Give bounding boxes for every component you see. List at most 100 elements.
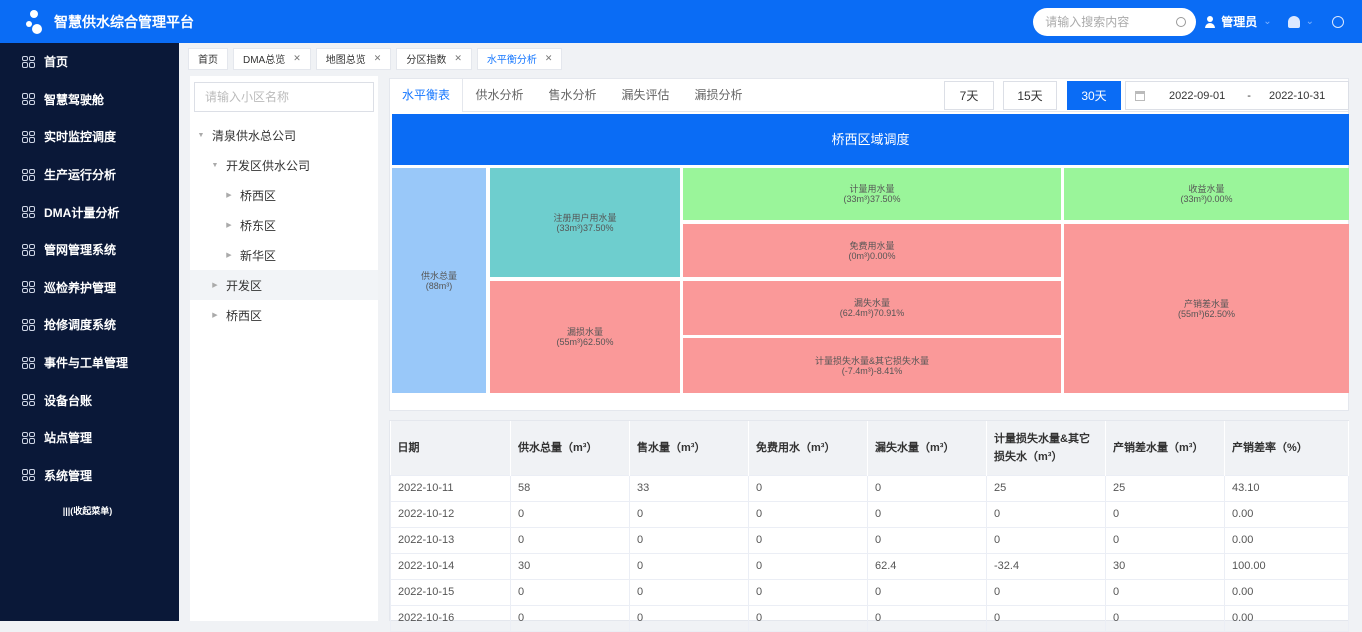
table-row[interactable]: 2022-10-14 30 0 0 62.4 -32.4 30 100.00 — [390, 552, 1349, 580]
tab-label: DMA总览 — [243, 55, 286, 66]
caret-right-icon[interactable]: ▶ — [208, 281, 222, 289]
sidebar-item[interactable]: 首页 — [0, 43, 179, 81]
page-tab[interactable]: 水平衡分析 ✕ — [476, 47, 563, 70]
column-header[interactable]: 售水量（m³） — [629, 421, 749, 475]
power-icon[interactable] — [1332, 15, 1344, 28]
column-header[interactable]: 漏失水量（m³） — [867, 421, 987, 475]
loss-volume-block[interactable]: 漏损水量 (55m³)62.50% — [490, 281, 680, 393]
column-header[interactable]: 产销差率（%） — [1224, 421, 1349, 475]
sidebar-item[interactable]: 系统管理 — [0, 457, 179, 495]
grid-icon — [22, 318, 36, 331]
user-icon — [1204, 15, 1216, 28]
tree-node[interactable]: ▶ 开发区 — [190, 270, 378, 300]
date-range-picker[interactable]: 2022-09-01 - 2022-10-31 — [1125, 81, 1349, 110]
tree-node[interactable]: ▶ 桥东区 — [190, 210, 378, 240]
tree-node[interactable]: ▶ 桥西区 — [190, 180, 378, 210]
metering-loss-block[interactable]: 计量损失水量&其它损失水量 (-7.4m³)-8.41% — [683, 338, 1061, 393]
tree-node[interactable]: ▶ 桥西区 — [190, 300, 378, 330]
chevron-down-icon[interactable]: ⌄ — [1263, 16, 1271, 27]
range-button[interactable]: 7天 — [944, 81, 994, 110]
treemap-title: 桥西区域调度 — [392, 114, 1349, 165]
table-cell: 0 — [986, 578, 1106, 606]
caret-right-icon[interactable]: ▶ — [222, 251, 236, 259]
table-row[interactable]: 2022-10-12 0 0 0 0 0 0 0.00 — [390, 500, 1349, 528]
search-icon[interactable] — [1176, 16, 1187, 27]
sidebar-item[interactable]: 智慧驾驶舱 — [0, 81, 179, 119]
analysis-tab[interactable]: 漏损分析 — [682, 79, 755, 112]
sidebar-item[interactable]: 抢修调度系统 — [0, 306, 179, 344]
sidebar-item-label: 智慧驾驶舱 — [44, 92, 105, 107]
metered-consumption-block[interactable]: 计量用水量 (33m³)37.50% — [683, 168, 1061, 220]
bell-icon[interactable] — [1287, 15, 1300, 28]
sidebar-item[interactable]: 生产运行分析 — [0, 156, 179, 194]
chevron-down-icon[interactable]: ⌄ — [1306, 16, 1314, 27]
date-start[interactable]: 2022-09-01 — [1169, 90, 1225, 102]
tree-node-label: 桥东区 — [240, 218, 277, 233]
tabs-bar: 首页 DMA总览 ✕ 地图总览 ✕ 分区指数 ✕ 水平衡分析 ✕ — [179, 43, 1362, 74]
column-header[interactable]: 供水总量（m³） — [510, 421, 630, 475]
non-revenue-water-block[interactable]: 产销差水量 (55m³)62.50% — [1064, 224, 1349, 393]
close-icon[interactable]: ✕ — [545, 53, 553, 64]
table-row[interactable]: 2022-10-11 58 33 0 0 25 25 43.10 — [390, 474, 1349, 502]
free-consumption-block[interactable]: 免费用水量 (0m³)0.00% — [683, 224, 1061, 277]
sidebar-item[interactable]: 实时监控调度 — [0, 118, 179, 156]
caret-down-icon[interactable]: ▼ — [194, 132, 208, 139]
sidebar-item[interactable]: 事件与工单管理 — [0, 344, 179, 382]
user-name[interactable]: 管理员 — [1221, 13, 1257, 30]
tree-node[interactable]: ▶ 新华区 — [190, 240, 378, 270]
column-header[interactable]: 日期 — [390, 421, 511, 475]
tree-node[interactable]: ▼ 开发区供水公司 — [190, 150, 378, 180]
range-button[interactable]: 15天 — [1003, 81, 1057, 110]
analysis-tab[interactable]: 漏失评估 — [609, 79, 682, 112]
sidebar-item[interactable]: 站点管理 — [0, 419, 179, 457]
sidebar-item[interactable]: 管网管理系统 — [0, 231, 179, 269]
grid-icon — [22, 55, 36, 68]
table-cell: 0.00 — [1224, 500, 1349, 528]
page-tab[interactable]: 分区指数 ✕ — [396, 47, 472, 70]
table-cell: 0 — [510, 604, 630, 632]
tree-search[interactable] — [194, 82, 374, 112]
registered-consumption-block[interactable]: 注册用户用水量 (33m³)37.50% — [490, 168, 680, 277]
table-cell: 2022-10-12 — [390, 500, 511, 528]
analysis-tab[interactable]: 售水分析 — [536, 79, 609, 112]
grid-icon — [22, 356, 36, 369]
table-row[interactable]: 2022-10-15 0 0 0 0 0 0 0.00 — [390, 578, 1349, 606]
caret-right-icon[interactable]: ▶ — [222, 191, 236, 199]
analysis-tab[interactable]: 水平衡表 — [390, 78, 463, 112]
search-input[interactable] — [1045, 14, 1166, 29]
revenue-water-block[interactable]: 收益水量 (33m³)0.00% — [1064, 168, 1349, 220]
leak-volume-block[interactable]: 漏失水量 (62.4m³)70.91% — [683, 281, 1061, 335]
tree-node[interactable]: ▼ 清泉供水总公司 — [190, 120, 378, 150]
tab-label: 水平衡分析 — [486, 55, 537, 66]
page-tab[interactable]: 首页 — [188, 47, 228, 70]
tree-search-input[interactable] — [205, 90, 355, 104]
tree-node-label: 桥西区 — [240, 188, 277, 203]
sidebar-item[interactable]: DMA计量分析 — [0, 193, 179, 231]
sidebar-item[interactable]: 巡检养护管理 — [0, 269, 179, 307]
column-header[interactable]: 免费用水（m³） — [748, 421, 868, 475]
sidebar-item[interactable]: 设备台账 — [0, 381, 179, 419]
collapse-menu-button[interactable]: |||(收起菜单) — [0, 504, 179, 517]
table-cell: 25 — [1105, 474, 1225, 502]
global-search[interactable] — [1033, 7, 1197, 36]
close-icon[interactable]: ✕ — [454, 53, 462, 64]
column-header[interactable]: 产销差水量（m³） — [1105, 421, 1225, 475]
table-row[interactable]: 2022-10-16 0 0 0 0 0 0 0.00 — [390, 604, 1349, 632]
caret-down-icon[interactable]: ▼ — [208, 162, 222, 169]
tree-node-label: 新华区 — [240, 248, 277, 263]
page-tab[interactable]: 地图总览 ✕ — [315, 47, 392, 70]
table-row[interactable]: 2022-10-13 0 0 0 0 0 0 0.00 — [390, 526, 1349, 554]
date-end[interactable]: 2022-10-31 — [1269, 90, 1325, 102]
close-icon[interactable]: ✕ — [374, 53, 382, 64]
close-icon[interactable]: ✕ — [293, 53, 301, 64]
table-cell: 100.00 — [1224, 552, 1349, 580]
analysis-tabs: 水平衡表 供水分析 售水分析 漏失评估 漏损分析 7天 15天 30天 2022-09-01… — [390, 78, 1349, 112]
analysis-tab[interactable]: 供水分析 — [463, 79, 536, 112]
page-tab[interactable]: DMA总览 ✕ — [233, 47, 311, 70]
caret-right-icon[interactable]: ▶ — [208, 311, 222, 319]
caret-right-icon[interactable]: ▶ — [222, 221, 236, 229]
column-header[interactable]: 计量损失水量&其它损失水（m³） — [986, 421, 1106, 475]
supply-total-block[interactable]: 供水总量 (88m³) — [392, 168, 486, 393]
sidebar-item-label: 抢修调度系统 — [44, 318, 117, 333]
range-button[interactable]: 30天 — [1067, 81, 1121, 110]
